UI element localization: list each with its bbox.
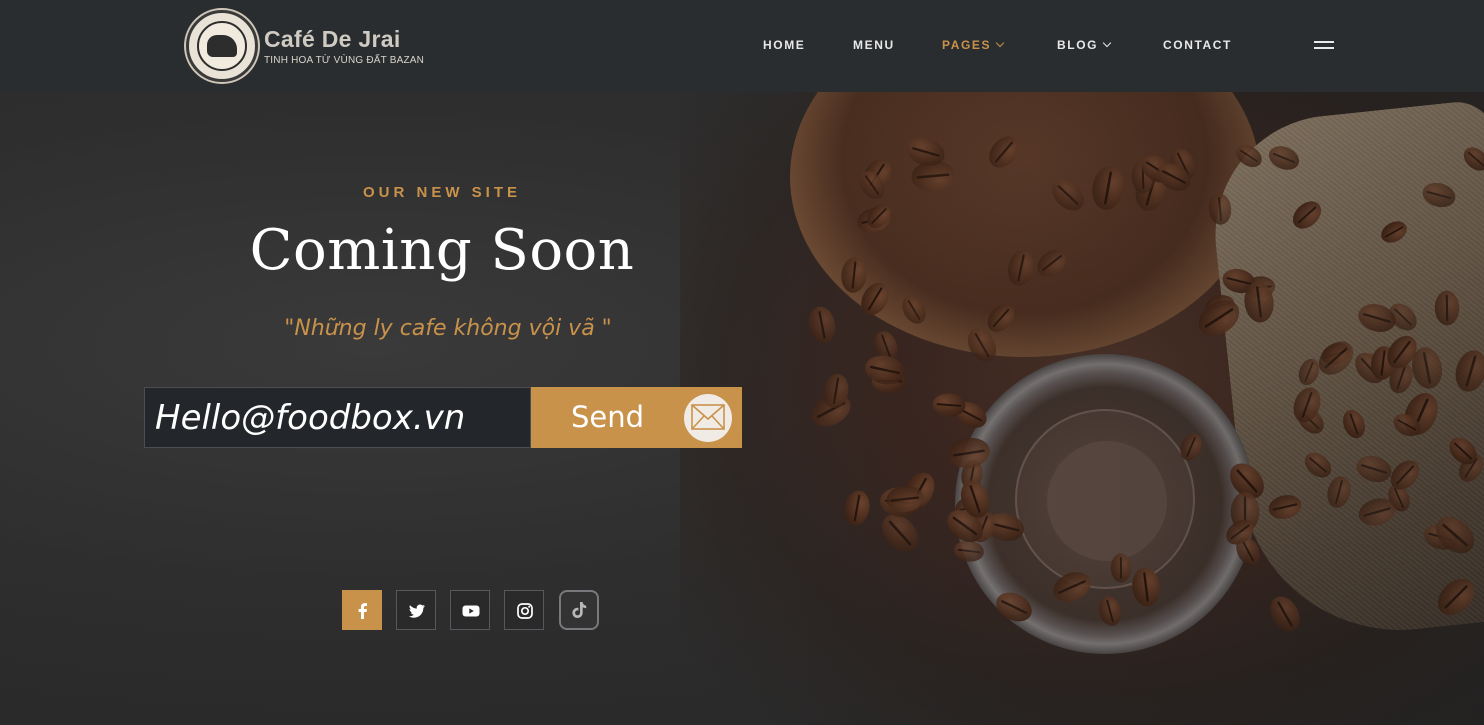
nav-blog[interactable]: BLOG xyxy=(1057,38,1112,52)
page-title: Coming Soon xyxy=(249,218,635,283)
site-header: Café De Jrai TINH HOA TỪ VÙNG ĐẤT BAZAN … xyxy=(0,0,1484,92)
chevron-down-icon xyxy=(1102,38,1112,48)
brand-name[interactable]: Café De Jrai xyxy=(264,26,401,53)
youtube-icon[interactable] xyxy=(450,590,490,630)
nav-contact[interactable]: CONTACT xyxy=(1163,38,1232,52)
tagline-quote: "Những ly cafe không vội vã " xyxy=(284,316,612,341)
instagram-icon[interactable] xyxy=(504,590,544,630)
chevron-down-icon xyxy=(995,38,1005,48)
send-button-label: Send xyxy=(571,400,645,434)
nav-pages[interactable]: PAGES xyxy=(942,38,1005,52)
email-input[interactable] xyxy=(144,387,531,448)
twitter-icon[interactable] xyxy=(396,590,436,630)
eyebrow-text: OUR NEW SITE xyxy=(362,184,521,201)
send-button[interactable]: Send xyxy=(531,387,742,448)
elephant-icon xyxy=(207,35,237,57)
hamburger-icon[interactable] xyxy=(1314,40,1334,50)
facebook-icon[interactable] xyxy=(342,590,382,630)
brand-tagline: TINH HOA TỪ VÙNG ĐẤT BAZAN xyxy=(264,55,425,66)
tiktok-icon[interactable] xyxy=(559,590,599,630)
nav-home[interactable]: HOME xyxy=(763,38,805,52)
brand-logo[interactable] xyxy=(186,10,258,82)
envelope-icon xyxy=(684,394,732,442)
nav-menu[interactable]: MENU xyxy=(853,38,895,52)
